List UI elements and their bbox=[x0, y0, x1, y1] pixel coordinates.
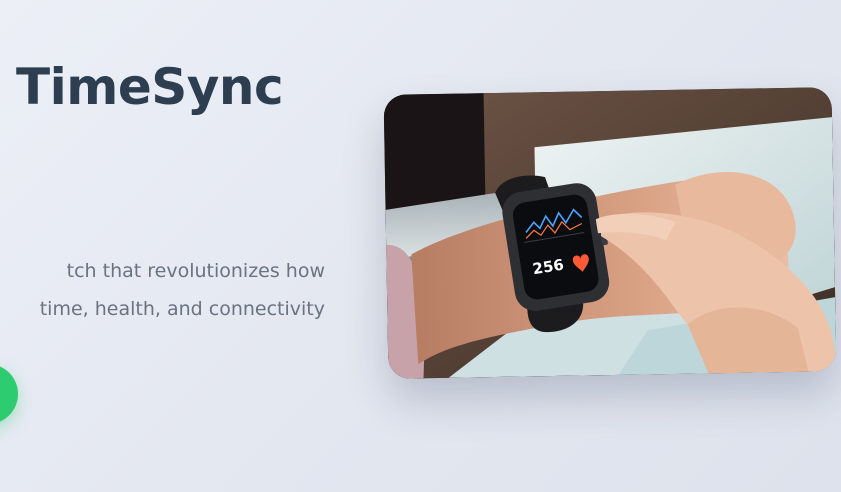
tagline-line-1: tch that revolutionizes how bbox=[66, 260, 325, 282]
hero-section: TimeSync tch that revolutionizes how tim… bbox=[0, 0, 841, 492]
tagline-line-2: time, health, and connectivity bbox=[39, 298, 325, 320]
cta-button[interactable] bbox=[0, 364, 18, 424]
product-image: 256 bbox=[383, 87, 837, 379]
page-title: TimeSync bbox=[16, 58, 284, 116]
hero-tagline: tch that revolutionizes how time, health… bbox=[0, 252, 325, 328]
smartwatch-photo: 256 bbox=[383, 87, 837, 379]
